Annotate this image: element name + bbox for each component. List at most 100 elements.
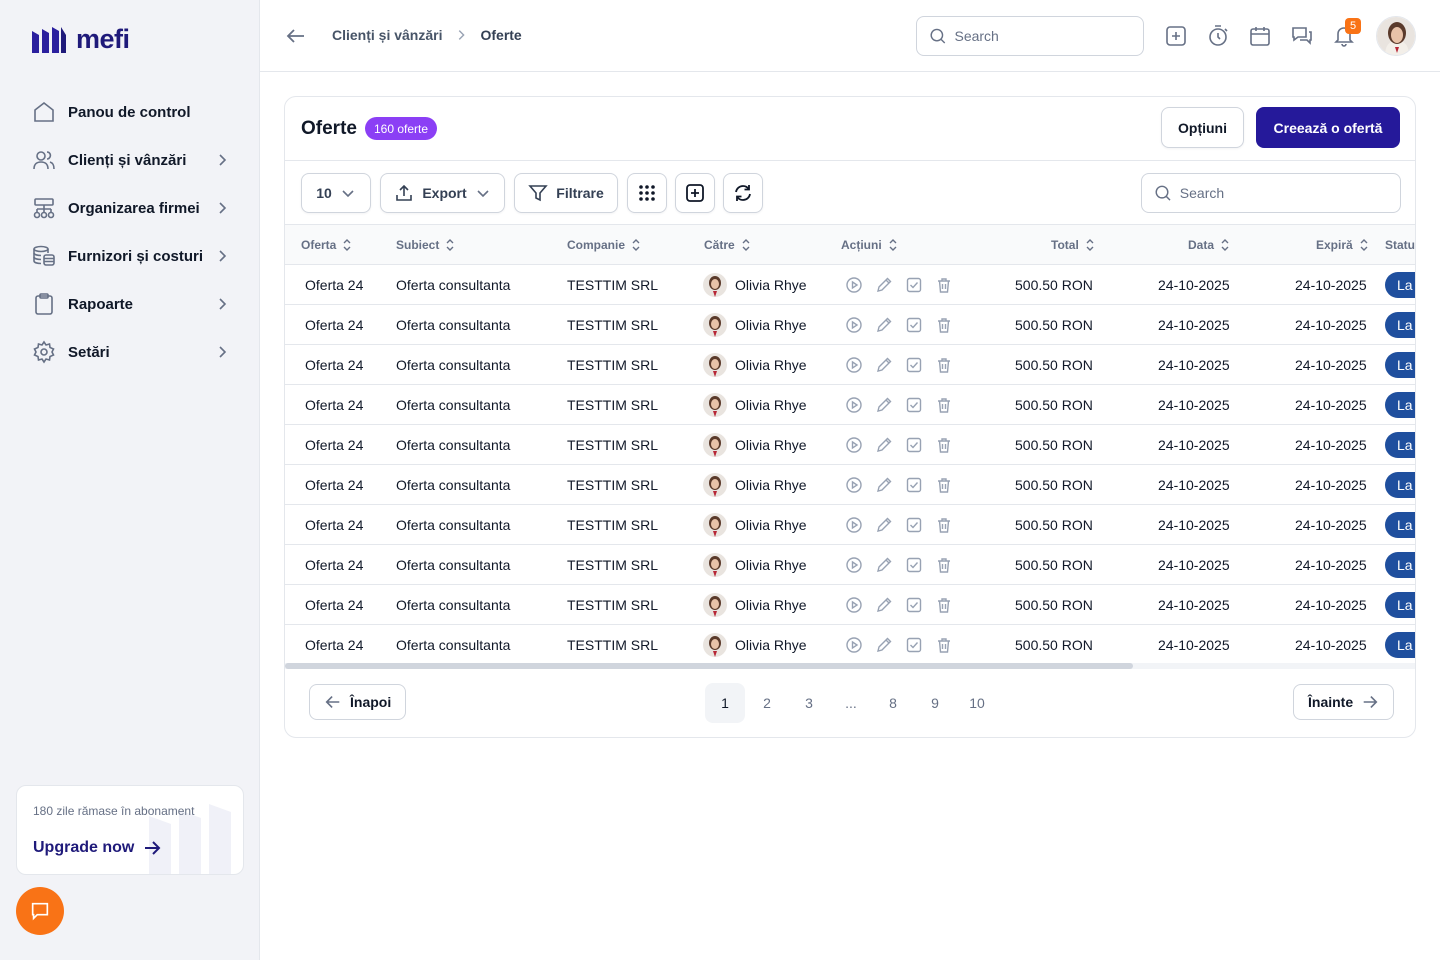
filter-button[interactable]: Filtrare (514, 173, 618, 213)
edit-icon[interactable] (875, 276, 893, 294)
play-icon[interactable] (845, 276, 863, 294)
table-row[interactable]: Oferta 24 Oferta consultanta TESTTIM SRL Ol… (285, 465, 1415, 505)
create-offer-button[interactable]: Creează o ofertă (1256, 107, 1400, 148)
user-avatar[interactable] (1376, 16, 1416, 56)
status-badge[interactable]: La (1385, 592, 1415, 618)
play-icon[interactable] (845, 476, 863, 494)
trash-icon[interactable] (935, 476, 953, 494)
check-square-icon[interactable] (905, 516, 923, 534)
trash-icon[interactable] (935, 436, 953, 454)
back-arrow-icon[interactable] (284, 24, 308, 48)
table-row[interactable]: Oferta 24 Oferta consultanta TESTTIM SRL Ol… (285, 305, 1415, 345)
next-page-button[interactable]: Înainte (1293, 684, 1395, 720)
table-row[interactable]: Oferta 24 Oferta consultanta TESTTIM SRL Ol… (285, 385, 1415, 425)
table-search-input[interactable] (1179, 185, 1388, 201)
edit-icon[interactable] (875, 556, 893, 574)
check-square-icon[interactable] (905, 556, 923, 574)
column-header-companie[interactable]: Companie (567, 238, 641, 252)
check-square-icon[interactable] (905, 316, 923, 334)
status-badge[interactable]: La (1385, 272, 1415, 298)
header-search-input[interactable] (954, 28, 1131, 44)
timer-icon[interactable] (1206, 24, 1230, 48)
table-row[interactable]: Oferta 24 Oferta consultanta TESTTIM SRL Ol… (285, 345, 1415, 385)
messages-icon[interactable] (1290, 24, 1314, 48)
table-row[interactable]: Oferta 24 Oferta consultanta TESTTIM SRL Ol… (285, 265, 1415, 305)
sidebar-item-setari[interactable]: Setări (16, 328, 244, 376)
sidebar-item-furnizori[interactable]: Furnizori și costuri (16, 232, 244, 280)
trash-icon[interactable] (935, 316, 953, 334)
logo[interactable]: mefi (30, 24, 130, 55)
column-header-catre[interactable]: Către (704, 238, 751, 252)
trash-icon[interactable] (935, 596, 953, 614)
column-header-subiect[interactable]: Subiect (396, 238, 455, 252)
status-badge[interactable]: La (1385, 432, 1415, 458)
status-badge[interactable]: La (1385, 472, 1415, 498)
play-icon[interactable] (845, 556, 863, 574)
refresh-button[interactable] (723, 173, 763, 213)
check-square-icon[interactable] (905, 476, 923, 494)
play-icon[interactable] (845, 396, 863, 414)
edit-icon[interactable] (875, 316, 893, 334)
sidebar-item-panou-de-control[interactable]: Panou de control (16, 88, 244, 136)
check-square-icon[interactable] (905, 596, 923, 614)
add-row-button[interactable] (675, 173, 715, 213)
edit-icon[interactable] (875, 596, 893, 614)
trash-icon[interactable] (935, 516, 953, 534)
edit-icon[interactable] (875, 516, 893, 534)
table-row[interactable]: Oferta 24 Oferta consultanta TESTTIM SRL Ol… (285, 425, 1415, 465)
check-square-icon[interactable] (905, 356, 923, 374)
sidebar-item-clienti[interactable]: Clienți și vânzări (16, 136, 244, 184)
status-badge[interactable]: La (1385, 552, 1415, 578)
edit-icon[interactable] (875, 436, 893, 454)
status-badge[interactable]: La (1385, 632, 1415, 658)
table-row[interactable]: Oferta 24 Oferta consultanta TESTTIM SRL Ol… (285, 505, 1415, 545)
page-number-2[interactable]: 2 (747, 683, 787, 723)
upgrade-now-link[interactable]: Upgrade now (33, 838, 162, 858)
page-number-9[interactable]: 9 (915, 683, 955, 723)
scrollbar-thumb[interactable] (285, 663, 1133, 669)
column-header-actiuni[interactable]: Acțiuni (841, 238, 898, 252)
page-number-10[interactable]: 10 (957, 683, 997, 723)
play-icon[interactable] (845, 316, 863, 334)
edit-icon[interactable] (875, 476, 893, 494)
add-square-icon[interactable] (1164, 24, 1188, 48)
options-button[interactable]: Opțiuni (1161, 107, 1244, 148)
table-row[interactable]: Oferta 24 Oferta consultanta TESTTIM SRL Ol… (285, 625, 1415, 665)
trash-icon[interactable] (935, 356, 953, 374)
trash-icon[interactable] (935, 396, 953, 414)
page-size-select[interactable]: 10 (301, 173, 371, 213)
status-badge[interactable]: La (1385, 512, 1415, 538)
export-button[interactable]: Export (380, 173, 505, 213)
play-icon[interactable] (845, 596, 863, 614)
page-number-8[interactable]: 8 (873, 683, 913, 723)
play-icon[interactable] (845, 636, 863, 654)
calendar-icon[interactable] (1248, 24, 1272, 48)
check-square-icon[interactable] (905, 636, 923, 654)
check-square-icon[interactable] (905, 276, 923, 294)
status-badge[interactable]: La (1385, 392, 1415, 418)
play-icon[interactable] (845, 356, 863, 374)
check-square-icon[interactable] (905, 396, 923, 414)
edit-icon[interactable] (875, 636, 893, 654)
column-header-status[interactable]: Statu (1385, 238, 1415, 252)
trash-icon[interactable] (935, 276, 953, 294)
column-header-oferta[interactable]: Oferta (301, 238, 352, 252)
column-header-total[interactable]: Total (1051, 238, 1095, 252)
edit-icon[interactable] (875, 356, 893, 374)
trash-icon[interactable] (935, 556, 953, 574)
sidebar-item-organizarea-firmei[interactable]: Organizarea firmei (16, 184, 244, 232)
play-icon[interactable] (845, 516, 863, 534)
horizontal-scrollbar[interactable] (285, 663, 1415, 669)
page-number-1[interactable]: 1 (705, 683, 745, 723)
column-header-expira[interactable]: Expiră (1316, 238, 1369, 252)
breadcrumb-item-clienti[interactable]: Clienți și vânzări (332, 27, 442, 43)
grid-view-button[interactable] (627, 173, 667, 213)
previous-page-button[interactable]: Înapoi (309, 684, 407, 720)
check-square-icon[interactable] (905, 436, 923, 454)
column-header-data[interactable]: Data (1188, 238, 1230, 252)
status-badge[interactable]: La (1385, 312, 1415, 338)
play-icon[interactable] (845, 436, 863, 454)
table-row[interactable]: Oferta 24 Oferta consultanta TESTTIM SRL Ol… (285, 545, 1415, 585)
table-row[interactable]: Oferta 24 Oferta consultanta TESTTIM SRL Ol… (285, 585, 1415, 625)
page-number-3[interactable]: 3 (789, 683, 829, 723)
